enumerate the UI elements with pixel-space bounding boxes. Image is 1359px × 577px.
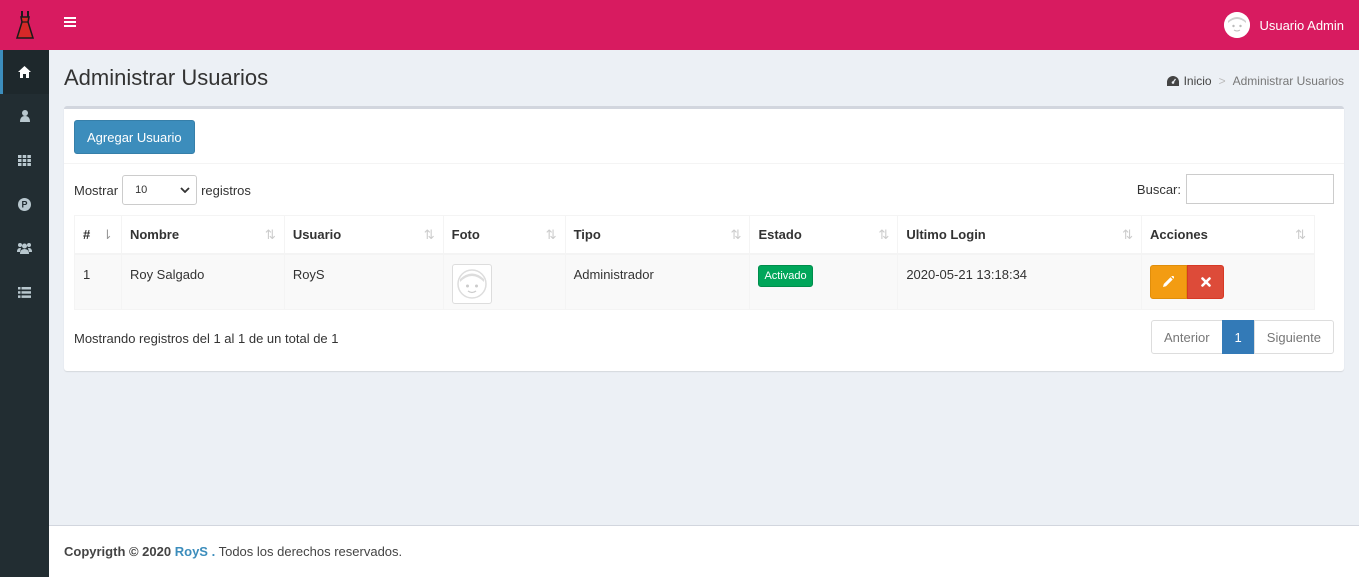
row-actions (1150, 264, 1306, 299)
footer-rights: Todos los derechos reservados. (218, 544, 403, 559)
column-header-nombre[interactable]: Nombre ⇅ (120, 215, 285, 255)
sidebar: P (0, 50, 49, 577)
sort-icon: ⇅ (423, 227, 435, 242)
table-header-row: # ⇂ Nombre ⇅ Usuario ⇅ Foto ⇅ Tipo ⇅ Estado ⇅ … (74, 215, 1315, 255)
delete-user-button[interactable] (1187, 264, 1225, 299)
column-header-foto[interactable]: Foto ⇅ (442, 215, 566, 255)
cell-foto (442, 253, 566, 310)
table-info: Mostrando registros del 1 al 1 de un tot… (74, 331, 339, 346)
pagination-prev-button[interactable]: Anterior (1151, 320, 1223, 354)
list-icon (18, 286, 31, 298)
sidebar-item-ventas[interactable] (0, 270, 49, 314)
home-icon (18, 66, 31, 78)
cell-acciones (1141, 253, 1315, 310)
breadcrumb-home-link[interactable]: Inicio (1166, 74, 1212, 88)
sort-icon: ⇅ (545, 227, 557, 242)
column-header-num[interactable]: # ⇂ (74, 215, 122, 255)
pagination-page-1[interactable]: 1 (1221, 320, 1255, 354)
sidebar-item-clientes[interactable] (0, 226, 49, 270)
sort-icon: ⇅ (730, 227, 742, 242)
cell-usuario: RoyS (283, 253, 444, 310)
search-control: Buscar: (1137, 174, 1334, 204)
cell-estado: Activado (749, 253, 899, 310)
breadcrumb: Inicio > Administrar Usuarios (1166, 74, 1344, 88)
sort-icon: ⇅ (1122, 227, 1134, 242)
breadcrumb-home-label: Inicio (1183, 74, 1212, 88)
product-icon: P (18, 197, 31, 211)
column-header-estado[interactable]: Estado ⇅ (749, 215, 899, 255)
default-avatar-icon (456, 268, 487, 299)
svg-text:P: P (21, 199, 27, 209)
page-length-control: Mostrar 10 registros (74, 175, 251, 205)
search-label: Buscar: (1136, 181, 1181, 197)
sidebar-item-usuarios[interactable] (0, 94, 49, 138)
sidebar-item-productos[interactable]: P (0, 182, 49, 226)
page-length-value: 10 (135, 184, 148, 196)
app-logo[interactable] (0, 0, 49, 50)
chevron-down-icon (180, 187, 190, 193)
column-header-usuario[interactable]: Usuario ⇅ (283, 215, 444, 255)
column-header-ultimo-login[interactable]: Ultimo Login ⇅ (897, 215, 1143, 255)
users-table: # ⇂ Nombre ⇅ Usuario ⇅ Foto ⇅ Tipo ⇅ Estado ⇅ … (74, 215, 1315, 310)
box-header: Agregar Usuario (64, 109, 1344, 164)
top-navbar: Usuario Admin (0, 0, 1359, 50)
breadcrumb-separator: > (1218, 74, 1226, 88)
cell-num: 1 (74, 253, 122, 310)
length-suffix-label: registros (201, 182, 251, 198)
cell-ultimo-login: 2020-05-21 13:18:34 (897, 253, 1143, 310)
length-prefix-label: Mostrar (74, 182, 119, 198)
grid-icon (18, 154, 31, 166)
hamburger-icon (64, 17, 76, 19)
sidebar-toggle-button[interactable] (64, 17, 76, 31)
user-icon (19, 110, 30, 122)
user-menu[interactable]: Usuario Admin (1224, 12, 1344, 38)
user-photo (451, 263, 492, 304)
footer-brand-link[interactable]: RoyS . (175, 544, 215, 559)
search-input[interactable] (1186, 174, 1334, 204)
footer-copyright: Copyrigth © 2020 (64, 544, 172, 559)
page-length-select[interactable]: 10 (122, 175, 198, 205)
column-header-tipo[interactable]: Tipo ⇅ (564, 215, 751, 255)
users-box: Agregar Usuario Mostrar 10 registros Bus… (64, 106, 1344, 371)
table-row: 1 Roy Salgado RoyS Administrador Activad… (74, 253, 1315, 310)
pencil-icon (1163, 276, 1175, 287)
cell-tipo: Administrador (564, 253, 751, 310)
breadcrumb-current: Administrar Usuarios (1232, 74, 1344, 88)
default-avatar-icon (1224, 12, 1251, 38)
sort-asc-icon: ⇂ (102, 227, 113, 242)
close-icon (1200, 276, 1211, 287)
sort-icon: ⇅ (878, 227, 890, 242)
page-title: Administrar Usuarios (64, 65, 269, 90)
user-name: Usuario Admin (1259, 17, 1344, 33)
pagination-next-button[interactable]: Siguiente (1253, 320, 1334, 354)
avatar (1224, 12, 1251, 38)
pagination: Anterior 1 Siguiente (1151, 320, 1334, 354)
dashboard-icon (1166, 76, 1179, 86)
cell-nombre: Roy Salgado (120, 253, 285, 310)
status-toggle-button[interactable]: Activado (758, 264, 813, 287)
sidebar-item-categorias[interactable] (0, 138, 49, 182)
footer: Copyrigth © 2020 RoyS . Todos los derech… (49, 525, 1359, 577)
sidebar-item-inicio[interactable] (0, 50, 49, 94)
add-user-button[interactable]: Agregar Usuario (74, 120, 195, 154)
sort-icon: ⇅ (1295, 227, 1306, 242)
users-icon (17, 243, 32, 254)
column-header-acciones[interactable]: Acciones ⇅ (1141, 215, 1315, 255)
edit-user-button[interactable] (1150, 264, 1188, 299)
dress-logo-icon (15, 11, 34, 39)
sort-icon: ⇅ (264, 227, 276, 242)
